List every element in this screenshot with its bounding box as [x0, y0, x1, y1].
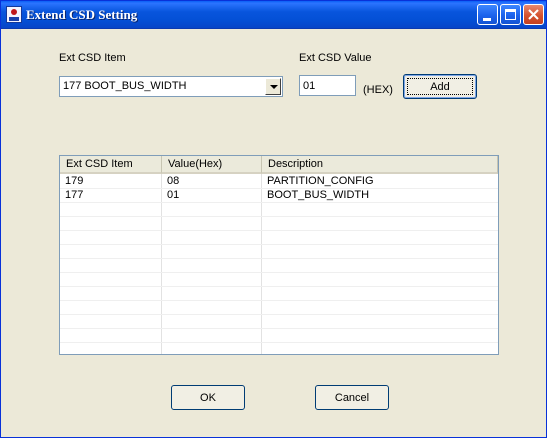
- title-bar[interactable]: Extend CSD Setting: [1, 1, 546, 29]
- add-button[interactable]: Add: [403, 74, 477, 99]
- cell-description: BOOT_BUS_WIDTH: [267, 189, 370, 201]
- ext-csd-value-field[interactable]: [299, 75, 356, 96]
- hex-unit-label: (HEX): [363, 84, 393, 96]
- ext-csd-value-label: Ext CSD Value: [299, 52, 372, 64]
- ext-csd-item-label: Ext CSD Item: [59, 52, 126, 64]
- dialog-window: Extend CSD Setting Ext CSD Item Ext CSD …: [0, 0, 547, 438]
- table-row[interactable]: 179 08 PARTITION_CONFIG: [60, 174, 498, 188]
- ext-csd-item-dropdown[interactable]: 177 BOOT_BUS_WIDTH: [59, 76, 283, 97]
- list-header: Ext CSD Item Value(Hex) Description: [60, 156, 498, 174]
- cell-item: 177: [65, 189, 84, 201]
- chevron-down-icon[interactable]: [265, 78, 281, 95]
- cancel-button[interactable]: Cancel: [315, 385, 389, 410]
- maximize-button[interactable]: [500, 4, 521, 25]
- ok-button[interactable]: OK: [171, 385, 245, 410]
- maximize-icon: [505, 9, 516, 20]
- dropdown-selected-value: 177 BOOT_BUS_WIDTH: [63, 80, 187, 92]
- cancel-button-label: Cancel: [334, 391, 370, 404]
- minimize-button[interactable]: [477, 4, 498, 25]
- cell-value: 08: [167, 175, 180, 187]
- column-header-description[interactable]: Description: [262, 156, 498, 174]
- close-button[interactable]: [523, 4, 544, 25]
- cell-description: PARTITION_CONFIG: [267, 175, 374, 187]
- column-header-item[interactable]: Ext CSD Item: [60, 156, 162, 174]
- list-rows: 179 08 PARTITION_CONFIG 177 01 BOOT_BUS_…: [60, 174, 498, 202]
- column-header-value[interactable]: Value(Hex): [162, 156, 262, 174]
- ext-csd-list[interactable]: Ext CSD Item Value(Hex) Description 179 …: [59, 155, 499, 355]
- cell-item: 179: [65, 175, 84, 187]
- window-title: Extend CSD Setting: [26, 7, 138, 22]
- close-icon: [528, 9, 539, 20]
- app-icon[interactable]: [6, 6, 22, 23]
- table-row[interactable]: 177 01 BOOT_BUS_WIDTH: [60, 188, 498, 202]
- ok-button-label: OK: [200, 391, 216, 404]
- ext-csd-value-input[interactable]: [300, 76, 355, 95]
- minimize-icon: [483, 18, 491, 21]
- cell-value: 01: [167, 189, 180, 201]
